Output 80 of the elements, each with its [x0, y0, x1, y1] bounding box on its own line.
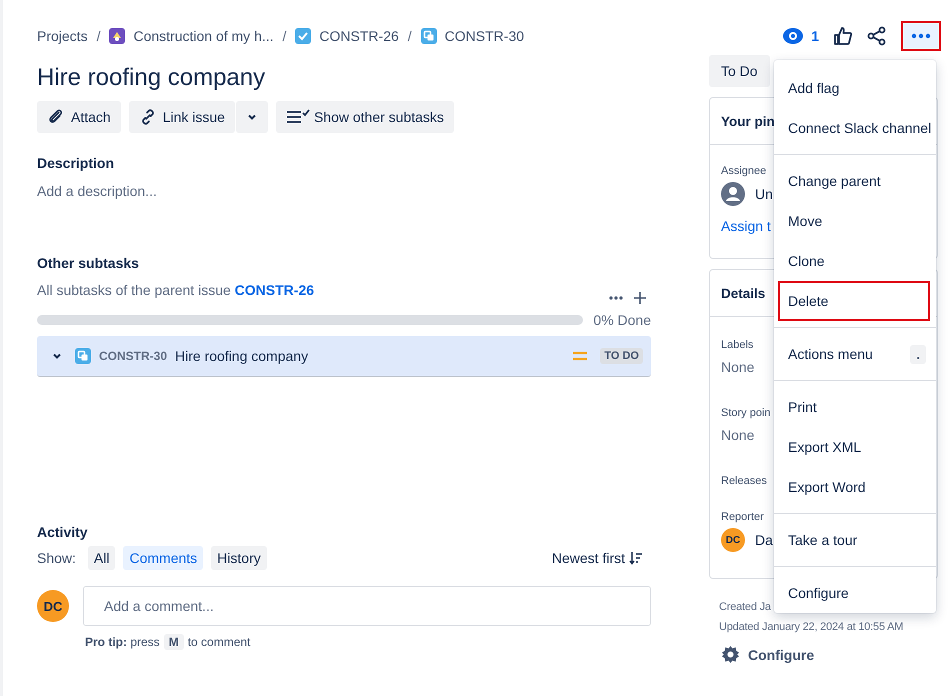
issue-key[interactable]: CONSTR-30	[99, 349, 168, 363]
watch-button[interactable]: 1	[783, 26, 819, 46]
field-label: Story poin	[721, 407, 771, 419]
menu-item[interactable]: Print	[778, 387, 930, 427]
sort-button[interactable]: Newest first	[552, 550, 643, 566]
checklist-icon	[286, 109, 310, 125]
updated-date: Updated January 22, 2024 at 10:55 AM	[719, 621, 904, 633]
filter-tab[interactable]: Comments	[123, 546, 204, 570]
menu-item[interactable]: Clone	[778, 241, 930, 281]
issue-title: Hire roofing company	[37, 63, 266, 93]
more-icon	[911, 33, 931, 39]
pro-tip-text: Pro tip: press	[85, 635, 160, 649]
user-avatar: DC	[721, 528, 745, 552]
section-heading: Description	[37, 155, 116, 171]
section-heading: Activity	[37, 524, 89, 540]
status-button[interactable]: To Do	[709, 55, 770, 87]
field-label: Releases	[721, 475, 767, 487]
show-subtasks-button[interactable]: Show other subtasks	[276, 101, 454, 133]
project-icon	[109, 28, 126, 44]
priority-icon	[572, 350, 588, 362]
status-lozenge: TO DO	[600, 348, 643, 364]
field-value: None	[721, 427, 754, 443]
subtask-icon	[75, 348, 91, 364]
thumbs-up-icon[interactable]	[833, 26, 853, 46]
comment-field[interactable]: Add a comment...	[83, 586, 651, 626]
menu-item[interactable]: Take a tour	[778, 520, 930, 560]
menu-item[interactable]: Configure	[778, 573, 930, 613]
filter-tab[interactable]: History	[211, 546, 267, 570]
breadcrumb-separator: /	[282, 28, 286, 44]
issue-summary: Hire roofing company	[175, 348, 310, 364]
field-value: None	[721, 359, 754, 375]
field-label: Assignee	[721, 165, 766, 177]
field-label: Reporter	[721, 511, 764, 523]
share-icon[interactable]	[867, 26, 887, 46]
paperclip-icon	[47, 108, 65, 126]
menu-item[interactable]: Export Word	[778, 467, 930, 507]
user-avatar: DC	[37, 590, 69, 622]
breadcrumb-link[interactable]: Projects	[37, 28, 88, 44]
card-title: Details	[721, 286, 766, 300]
sort-icon	[629, 551, 643, 565]
attach-button[interactable]: Attach	[37, 101, 121, 133]
pro-tip-text: to comment	[188, 635, 250, 649]
configure-button[interactable]: Configure	[721, 645, 814, 664]
task-icon	[295, 28, 312, 44]
person-icon	[721, 182, 745, 206]
menu-item[interactable]: Add flag	[778, 68, 930, 108]
menu-item[interactable]: Connect Slack channel	[778, 108, 930, 148]
assignee-name: Un	[755, 186, 773, 202]
keyboard-key: M	[164, 634, 184, 650]
card-title: Your pin	[721, 114, 775, 128]
progress-reading: 0% Done	[593, 312, 651, 328]
field-value: Da	[755, 532, 773, 548]
breadcrumb-link[interactable]: Construction of my h...	[109, 28, 274, 44]
breadcrumb-link[interactable]: CONSTR-30	[420, 28, 524, 44]
more-icon[interactable]	[609, 296, 623, 300]
field-label: Labels	[721, 339, 754, 351]
subtasks-intro: All subtasks of the parent issue CONSTR-26	[37, 282, 314, 298]
keyboard-key: .	[910, 344, 926, 364]
menu-item[interactable]: Delete	[778, 281, 930, 321]
breadcrumb-separator: /	[408, 28, 412, 44]
breadcrumb-link[interactable]: CONSTR-26	[295, 28, 399, 44]
created-date: Created Ja	[719, 601, 771, 613]
subtask-row[interactable]: CONSTR-30 Hire roofing company TO DO	[37, 336, 651, 377]
show-label: Show:	[37, 550, 76, 566]
description-field[interactable]: Add a description...	[37, 183, 651, 199]
parent-issue-link[interactable]: CONSTR-26	[234, 282, 314, 298]
more-actions-button[interactable]	[901, 21, 941, 51]
breadcrumb-separator: /	[96, 28, 100, 44]
menu-item[interactable]: Move	[778, 201, 930, 241]
section-heading: Other subtasks	[37, 255, 140, 271]
add-icon[interactable]	[633, 291, 647, 305]
gear-icon	[721, 645, 740, 664]
eye-icon	[783, 26, 804, 46]
menu-item[interactable]: Export XML	[778, 427, 930, 467]
menu-item[interactable]: Actions menu .	[778, 334, 930, 374]
assign-link[interactable]: Assign t	[721, 218, 771, 234]
filter-tab[interactable]: All	[88, 546, 116, 570]
link-issue-button[interactable]: Link issue	[128, 101, 235, 133]
menu-item[interactable]: Change parent	[778, 161, 930, 201]
subtask-icon	[420, 28, 437, 44]
